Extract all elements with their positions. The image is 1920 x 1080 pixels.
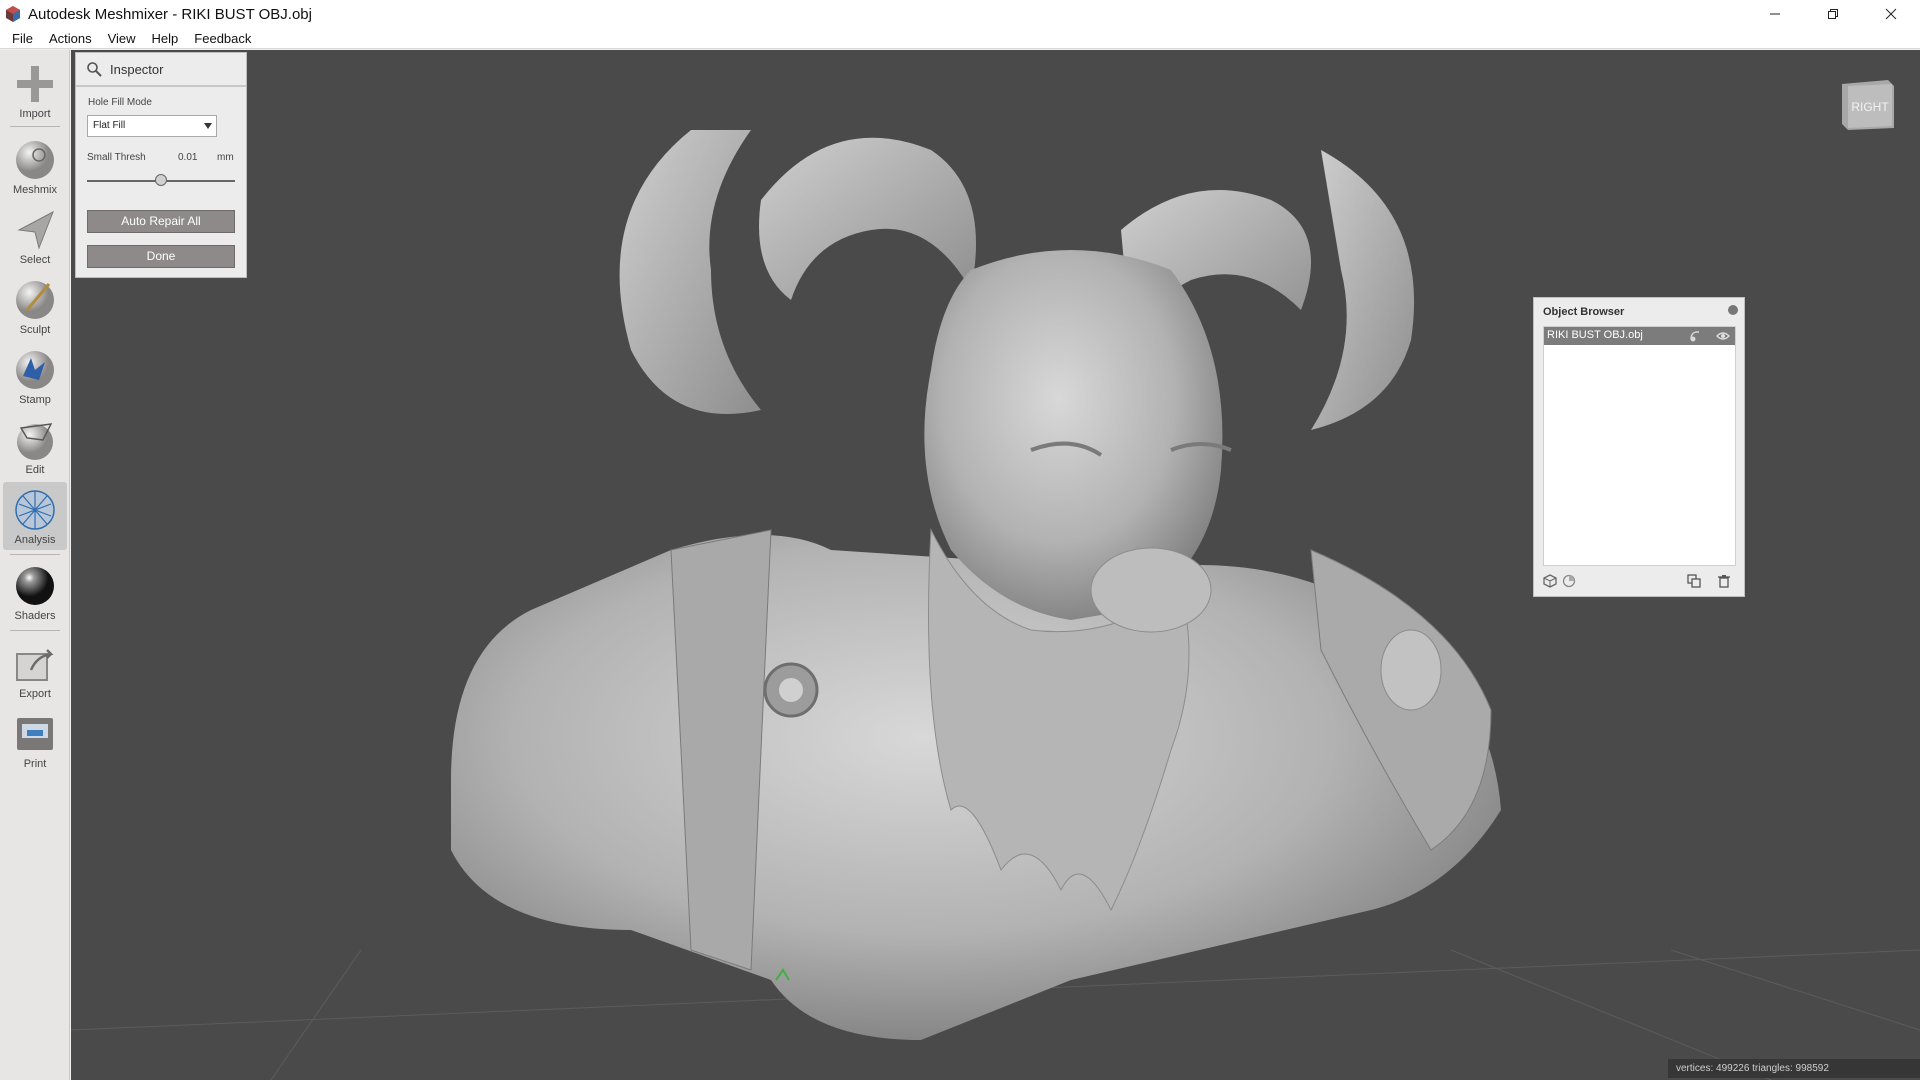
lock-icon[interactable] xyxy=(1688,329,1702,343)
analysis-sphere-icon xyxy=(15,490,55,530)
close-icon[interactable] xyxy=(1728,305,1738,315)
tool-print[interactable]: Print xyxy=(3,706,67,774)
object-browser-panel: Object Browser RIKI BUST OBJ.obj xyxy=(1533,297,1745,597)
small-thresh-label: Small Thresh xyxy=(87,152,146,163)
toolbar-divider xyxy=(10,126,60,127)
list-item[interactable]: RIKI BUST OBJ.obj xyxy=(1544,327,1735,345)
menu-actions[interactable]: Actions xyxy=(41,28,100,49)
meshmixer-logo-icon xyxy=(6,6,20,22)
inspector-panel: Inspector Hole Fill Mode Flat Fill Small… xyxy=(75,52,247,278)
menu-feedback[interactable]: Feedback xyxy=(186,28,259,49)
close-icon xyxy=(1885,8,1897,20)
inspector-title: Inspector xyxy=(110,61,164,77)
tool-edit[interactable]: Edit xyxy=(3,412,67,480)
slider-handle[interactable] xyxy=(155,174,167,186)
hole-fill-mode-label: Hole Fill Mode xyxy=(88,97,152,108)
stamp-sphere-icon xyxy=(16,351,54,389)
small-thresh-unit: mm xyxy=(217,152,234,163)
menu-file[interactable]: File xyxy=(4,28,41,49)
brush-sphere-icon xyxy=(16,281,54,319)
toolbar-divider xyxy=(10,554,60,555)
minimize-button[interactable] xyxy=(1746,0,1804,28)
shader-sphere-icon xyxy=(16,567,54,605)
left-toolbar: Import Meshmix Select Sculpt Stamp Edit xyxy=(0,50,70,1080)
title-bar: Autodesk Meshmixer - RIKI BUST OBJ.obj xyxy=(0,0,1920,28)
arrow-select-icon xyxy=(17,210,54,250)
trash-icon[interactable] xyxy=(1716,573,1732,589)
tool-sculpt[interactable]: Sculpt xyxy=(3,272,67,340)
menu-bar: File Actions View Help Feedback xyxy=(0,28,1920,49)
tool-import[interactable]: Import xyxy=(3,56,67,124)
tool-shaders[interactable]: Shaders xyxy=(3,558,67,626)
view-cube-face-label: RIGHT xyxy=(1851,100,1889,114)
object-name: RIKI BUST OBJ.obj xyxy=(1547,329,1643,341)
eye-icon[interactable] xyxy=(1716,329,1730,343)
menu-help[interactable]: Help xyxy=(144,28,187,49)
hole-fill-mode-value: Flat Fill xyxy=(93,120,126,131)
restore-button[interactable] xyxy=(1804,0,1862,28)
auto-repair-all-button[interactable]: Auto Repair All xyxy=(87,210,235,233)
restore-icon xyxy=(1828,9,1838,19)
duplicate-icon[interactable] xyxy=(1686,573,1702,589)
export-icon xyxy=(16,649,54,681)
minimize-icon xyxy=(1770,13,1780,15)
toolbar-divider xyxy=(10,630,60,631)
view-cube[interactable]: RIGHT xyxy=(1838,78,1896,132)
printer-icon xyxy=(17,718,53,750)
plus-icon xyxy=(17,66,53,102)
menu-view[interactable]: View xyxy=(100,28,144,49)
small-thresh-value[interactable]: 0.01 xyxy=(178,152,197,163)
edit-sphere-icon xyxy=(17,423,53,460)
tool-export[interactable]: Export xyxy=(3,636,67,704)
tool-meshmix[interactable]: Meshmix xyxy=(3,132,67,200)
dropdown-arrow-icon xyxy=(204,123,212,129)
done-button[interactable]: Done xyxy=(87,245,235,268)
object-list: RIKI BUST OBJ.obj xyxy=(1543,326,1736,566)
hole-fill-mode-select[interactable]: Flat Fill xyxy=(87,115,217,137)
tool-select[interactable]: Select xyxy=(3,202,67,270)
tool-analysis[interactable]: Analysis xyxy=(3,482,67,550)
meshmix-sphere-icon xyxy=(16,141,54,179)
cube-icon[interactable] xyxy=(1542,573,1558,589)
search-icon xyxy=(87,62,102,77)
mesh-stats-status: vertices: 499226 triangles: 998592 xyxy=(1668,1059,1920,1078)
window-title: Autodesk Meshmixer - RIKI BUST OBJ.obj xyxy=(28,5,312,23)
pie-icon[interactable] xyxy=(1561,573,1577,589)
close-button[interactable] xyxy=(1862,0,1920,28)
object-browser-title: Object Browser xyxy=(1543,306,1625,318)
tool-stamp[interactable]: Stamp xyxy=(3,342,67,410)
bust-model xyxy=(451,130,1501,1040)
inspector-header: Inspector xyxy=(76,53,246,87)
